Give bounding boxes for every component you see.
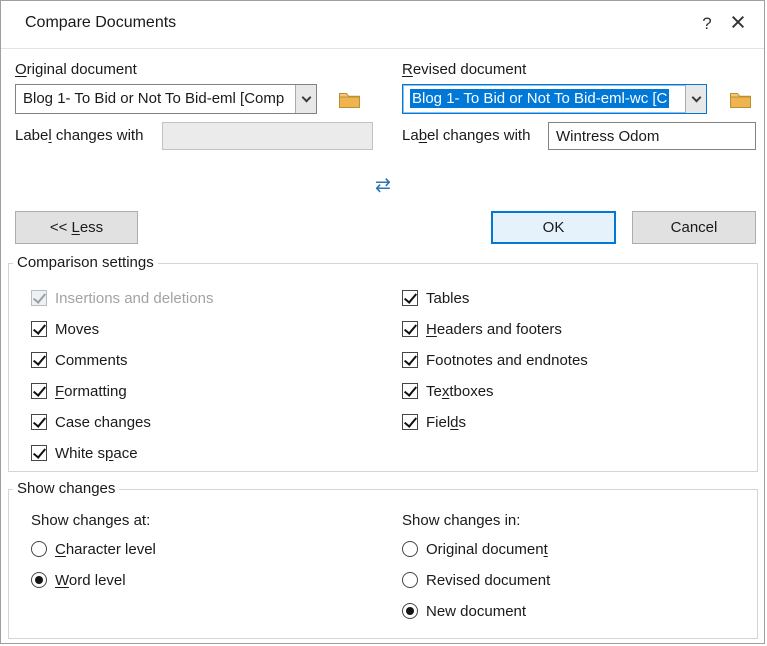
- folder-icon: [338, 90, 361, 112]
- revised-label-input[interactable]: [548, 122, 756, 150]
- original-document-label: Original document: [15, 61, 137, 78]
- checkbox-box: [31, 445, 47, 461]
- titlebar-separator: [1, 48, 764, 49]
- folder-icon: [729, 90, 752, 112]
- radio-original-document[interactable]: Original document: [402, 540, 548, 558]
- checkbox-box: [31, 414, 47, 430]
- checkbox-box: [31, 352, 47, 368]
- swap-icon: ⇄: [375, 175, 391, 196]
- close-button[interactable]: ×: [721, 5, 755, 39]
- checkbox-white-space[interactable]: White space: [31, 444, 138, 462]
- checkbox-tables[interactable]: Tables: [402, 289, 469, 307]
- chevron-down-icon[interactable]: [685, 85, 706, 113]
- checkbox-fields[interactable]: Fields: [402, 413, 466, 431]
- show-changes-in-label: Show changes in:: [402, 512, 520, 529]
- checkbox-moves[interactable]: Moves: [31, 320, 99, 338]
- checkbox-box: [402, 290, 418, 306]
- checkbox-textboxes[interactable]: Textboxes: [402, 382, 494, 400]
- revised-label-changes-label: Label changes with: [402, 127, 530, 144]
- revised-document-combobox[interactable]: Blog 1- To Bid or Not To Bid-eml-wc [C: [402, 84, 707, 114]
- original-document-value: Blog 1- To Bid or Not To Bid-eml [Comp: [23, 85, 293, 113]
- original-browse-button[interactable]: [334, 89, 364, 113]
- checkbox-case-changes[interactable]: Case changes: [31, 413, 151, 431]
- radio-circle: [31, 572, 47, 588]
- cancel-button[interactable]: Cancel: [632, 211, 756, 244]
- dialog-title: Compare Documents: [25, 14, 176, 32]
- checkbox-box: [31, 383, 47, 399]
- checkbox-box: [402, 321, 418, 337]
- checkbox-insertions-and-deletions: Insertions and deletions: [31, 289, 213, 307]
- original-document-combobox[interactable]: Blog 1- To Bid or Not To Bid-eml [Comp: [15, 84, 317, 114]
- comparison-settings-group-label: Comparison settings: [13, 254, 158, 271]
- less-toggle-button[interactable]: << Less: [15, 211, 138, 244]
- checkbox-box: [402, 414, 418, 430]
- swap-documents-button[interactable]: ⇄: [368, 173, 398, 197]
- ok-button[interactable]: OK: [491, 211, 616, 244]
- checkbox-comments[interactable]: Comments: [31, 351, 128, 369]
- checkbox-box: [31, 321, 47, 337]
- help-button[interactable]: ?: [694, 11, 720, 37]
- revised-document-label: Revised document: [402, 61, 526, 78]
- checkbox-formatting[interactable]: Formatting: [31, 382, 127, 400]
- checkbox-box: [402, 352, 418, 368]
- radio-revised-document[interactable]: Revised document: [402, 571, 550, 589]
- show-changes-group-label: Show changes: [13, 480, 119, 497]
- radio-new-document[interactable]: New document: [402, 602, 526, 620]
- chevron-down-icon[interactable]: [295, 85, 316, 113]
- original-label-input: [162, 122, 373, 150]
- show-changes-at-label: Show changes at:: [31, 512, 150, 529]
- checkbox-box: [31, 290, 47, 306]
- checkbox-headers-and-footers[interactable]: Headers and footers: [402, 320, 562, 338]
- compare-documents-dialog: Compare Documents ? × Original document …: [0, 0, 765, 644]
- radio-circle: [402, 603, 418, 619]
- radio-circle: [402, 541, 418, 557]
- revised-document-value: Blog 1- To Bid or Not To Bid-eml-wc [C: [410, 85, 683, 113]
- original-label-changes-label: Label changes with: [15, 127, 143, 144]
- radio-circle: [402, 572, 418, 588]
- radio-circle: [31, 541, 47, 557]
- radio-word-level[interactable]: Word level: [31, 571, 126, 589]
- checkbox-footnotes-and-endnotes[interactable]: Footnotes and endnotes: [402, 351, 588, 369]
- radio-character-level[interactable]: Character level: [31, 540, 156, 558]
- checkbox-box: [402, 383, 418, 399]
- revised-browse-button[interactable]: [725, 89, 755, 113]
